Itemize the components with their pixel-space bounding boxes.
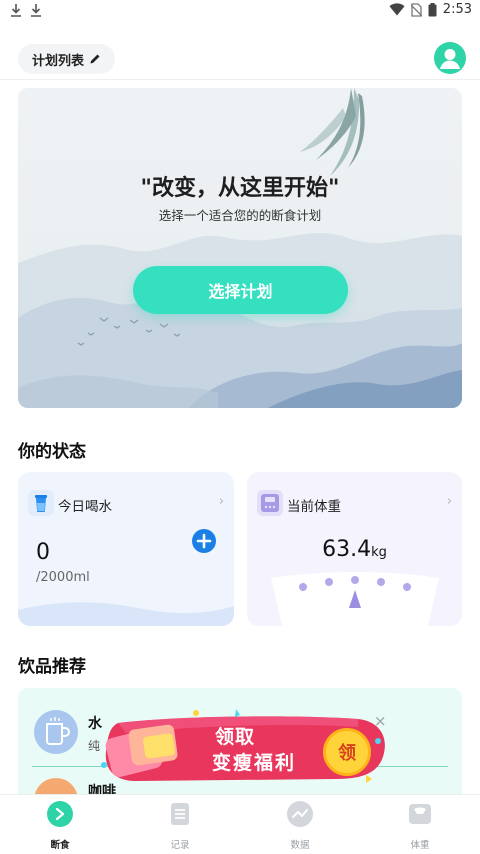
record-icon [167, 801, 193, 827]
plan-hero-banner: "改变，从这里开始" 选择一个适合您的的断食计划 选择计划 [18, 88, 462, 408]
plan-list-label: 计划列表 [32, 53, 85, 69]
water-card[interactable]: 今日喝水 › 0 /2000ml [18, 472, 234, 626]
user-avatar-icon[interactable] [434, 42, 466, 74]
water-wave-decoration [18, 602, 234, 626]
nav-item-data[interactable]: 数据 [260, 801, 340, 851]
nav-label: 体重 [410, 840, 430, 851]
promo-line-1: 领取 [215, 726, 256, 748]
no-sim-icon [410, 2, 422, 17]
weight-icon [407, 801, 433, 827]
top-bar-divider [0, 79, 480, 80]
status-time: 2:53 [442, 2, 472, 17]
top-bar: 计划列表 [0, 40, 480, 80]
download-icon [31, 4, 41, 17]
battery-icon [428, 2, 437, 16]
close-icon[interactable]: × [374, 712, 387, 730]
pencil-icon [90, 54, 100, 64]
water-cup-icon [28, 490, 54, 516]
status-bar: 2:53 [0, 0, 480, 22]
nav-item-record[interactable]: 记录 [140, 801, 220, 851]
fasting-icon [47, 801, 73, 827]
wifi-icon [389, 3, 405, 16]
promo-line-2: 变瘦福利 [212, 752, 297, 774]
chevron-right-icon: › [218, 494, 224, 509]
nav-item-weight[interactable]: 体重 [380, 801, 460, 851]
nav-item-fasting[interactable]: 断食 [20, 801, 100, 851]
chevron-right-icon: › [446, 494, 452, 509]
data-icon [287, 801, 313, 827]
ink-landscape-illustration [18, 88, 462, 408]
scale-icon [257, 490, 283, 516]
weight-value-row: 63.4kg [247, 537, 462, 562]
choose-plan-button[interactable]: 选择计划 [133, 266, 348, 314]
bottom-navigation: 断食 记录 数据 体重 [0, 794, 480, 854]
drinks-section-title: 饮品推荐 [18, 657, 86, 677]
weight-card[interactable]: 当前体重 › 63.4kg [247, 472, 462, 626]
status-section-title: 你的状态 [18, 442, 86, 462]
weight-card-label: 当前体重 [287, 499, 341, 515]
nav-label: 断食 [50, 840, 70, 851]
weight-unit: kg [371, 545, 387, 560]
promo-claim-coin[interactable]: 领 [323, 728, 371, 776]
plus-circle-icon[interactable] [192, 529, 216, 553]
weight-value: 63.4 [322, 537, 372, 562]
scale-dial-illustration [271, 572, 439, 626]
download-icon [11, 4, 21, 17]
nav-label: 数据 [290, 840, 310, 851]
hero-subtitle: 选择一个适合您的的断食计划 [158, 208, 322, 223]
plan-list-button[interactable]: 计划列表 [18, 44, 116, 74]
cup-icon [34, 710, 78, 754]
water-goal: /2000ml [36, 570, 90, 585]
water-card-label: 今日喝水 [58, 499, 112, 515]
hero-title: "改变，从这里开始" [140, 176, 340, 201]
status-bar-notifications [10, 3, 42, 17]
nav-label: 记录 [170, 840, 190, 851]
status-bar-system: 2:53 [389, 2, 472, 17]
water-amount: 0 [36, 540, 50, 565]
